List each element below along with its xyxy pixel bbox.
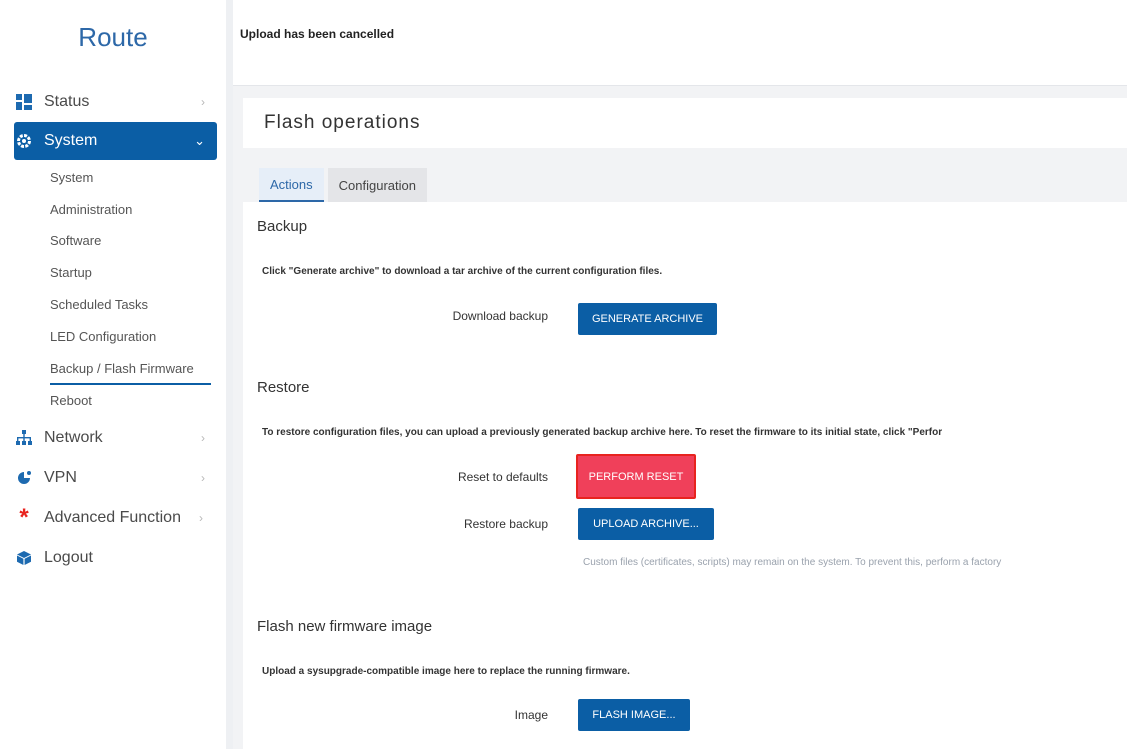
- image-label: Image: [514, 708, 548, 722]
- sidebar-item-network[interactable]: Network ›: [14, 421, 217, 455]
- chevron-down-icon: ⌄: [194, 133, 205, 148]
- subnav-startup[interactable]: Startup: [50, 265, 92, 280]
- sidebar-divider: [226, 0, 233, 749]
- network-icon: [14, 428, 34, 448]
- flash-note: Upload a sysupgrade-compatible image her…: [262, 666, 630, 677]
- reset-defaults-label: Reset to defaults: [457, 470, 548, 484]
- upload-archive-button[interactable]: UPLOAD ARCHIVE...: [578, 508, 714, 540]
- sidebar-item-label: Status: [44, 93, 90, 110]
- download-backup-label: Download backup: [452, 309, 548, 323]
- generate-archive-button[interactable]: GENERATE ARCHIVE: [578, 303, 717, 335]
- sidebar-item-system[interactable]: System ⌄: [14, 122, 217, 160]
- subnav-scheduled-tasks[interactable]: Scheduled Tasks: [50, 297, 148, 312]
- sidebar-item-label: Network: [44, 429, 103, 446]
- chevron-right-icon: ›: [201, 471, 205, 485]
- sidebar-item-logout[interactable]: Logout: [14, 541, 217, 575]
- sidebar-item-advanced-function[interactable]: * Advanced Function ›: [14, 501, 217, 535]
- page-title-card: Flash operations: [243, 98, 1127, 148]
- restore-hint: Custom files (certificates, scripts) may…: [583, 557, 1002, 568]
- page-title: Flash operations: [264, 112, 421, 133]
- sidebar-item-status[interactable]: Status ›: [14, 85, 217, 119]
- sidebar: Route Status › System ⌄ System Administr…: [0, 0, 226, 749]
- subnav-system[interactable]: System: [50, 170, 93, 185]
- sidebar-item-vpn[interactable]: VPN ›: [14, 461, 217, 495]
- chevron-right-icon: ›: [201, 95, 205, 109]
- sidebar-item-label: Advanced Function: [44, 509, 181, 526]
- chevron-right-icon: ›: [201, 431, 205, 445]
- dashboard-icon: [14, 92, 34, 112]
- tab-bar: Actions Configuration: [259, 168, 431, 202]
- subnav-software[interactable]: Software: [50, 233, 101, 248]
- restore-backup-label: Restore backup: [463, 517, 548, 531]
- brand-logo: Route: [78, 22, 148, 52]
- logout-icon: [14, 548, 34, 568]
- subnav-led-configuration[interactable]: LED Configuration: [50, 329, 156, 344]
- backup-heading: Backup: [257, 218, 308, 235]
- subnav-administration[interactable]: Administration: [50, 202, 132, 217]
- status-message: Upload has been cancelled: [240, 27, 395, 41]
- sidebar-item-label: System: [44, 132, 98, 149]
- perform-reset-button[interactable]: PERFORM RESET: [576, 454, 696, 499]
- subnav-reboot[interactable]: Reboot: [50, 393, 92, 408]
- chevron-right-icon: ›: [199, 511, 203, 525]
- sidebar-item-label: Logout: [44, 549, 93, 566]
- flash-heading: Flash new firmware image: [257, 618, 433, 635]
- sidebar-item-label: VPN: [44, 469, 77, 486]
- backup-note: Click "Generate archive" to download a t…: [262, 266, 663, 277]
- flash-image-button[interactable]: FLASH IMAGE...: [578, 699, 690, 731]
- restore-heading: Restore: [257, 379, 310, 396]
- vpn-icon: [14, 468, 34, 488]
- gear-icon: [14, 131, 34, 151]
- tab-configuration[interactable]: Configuration: [327, 168, 427, 202]
- asterisk-icon: *: [19, 504, 29, 531]
- tab-actions[interactable]: Actions: [259, 168, 324, 202]
- restore-note: To restore configuration files, you can …: [262, 427, 943, 438]
- top-bar: Upload has been cancelled: [233, 0, 1127, 86]
- subnav-backup-flash-firmware[interactable]: Backup / Flash Firmware: [50, 361, 211, 385]
